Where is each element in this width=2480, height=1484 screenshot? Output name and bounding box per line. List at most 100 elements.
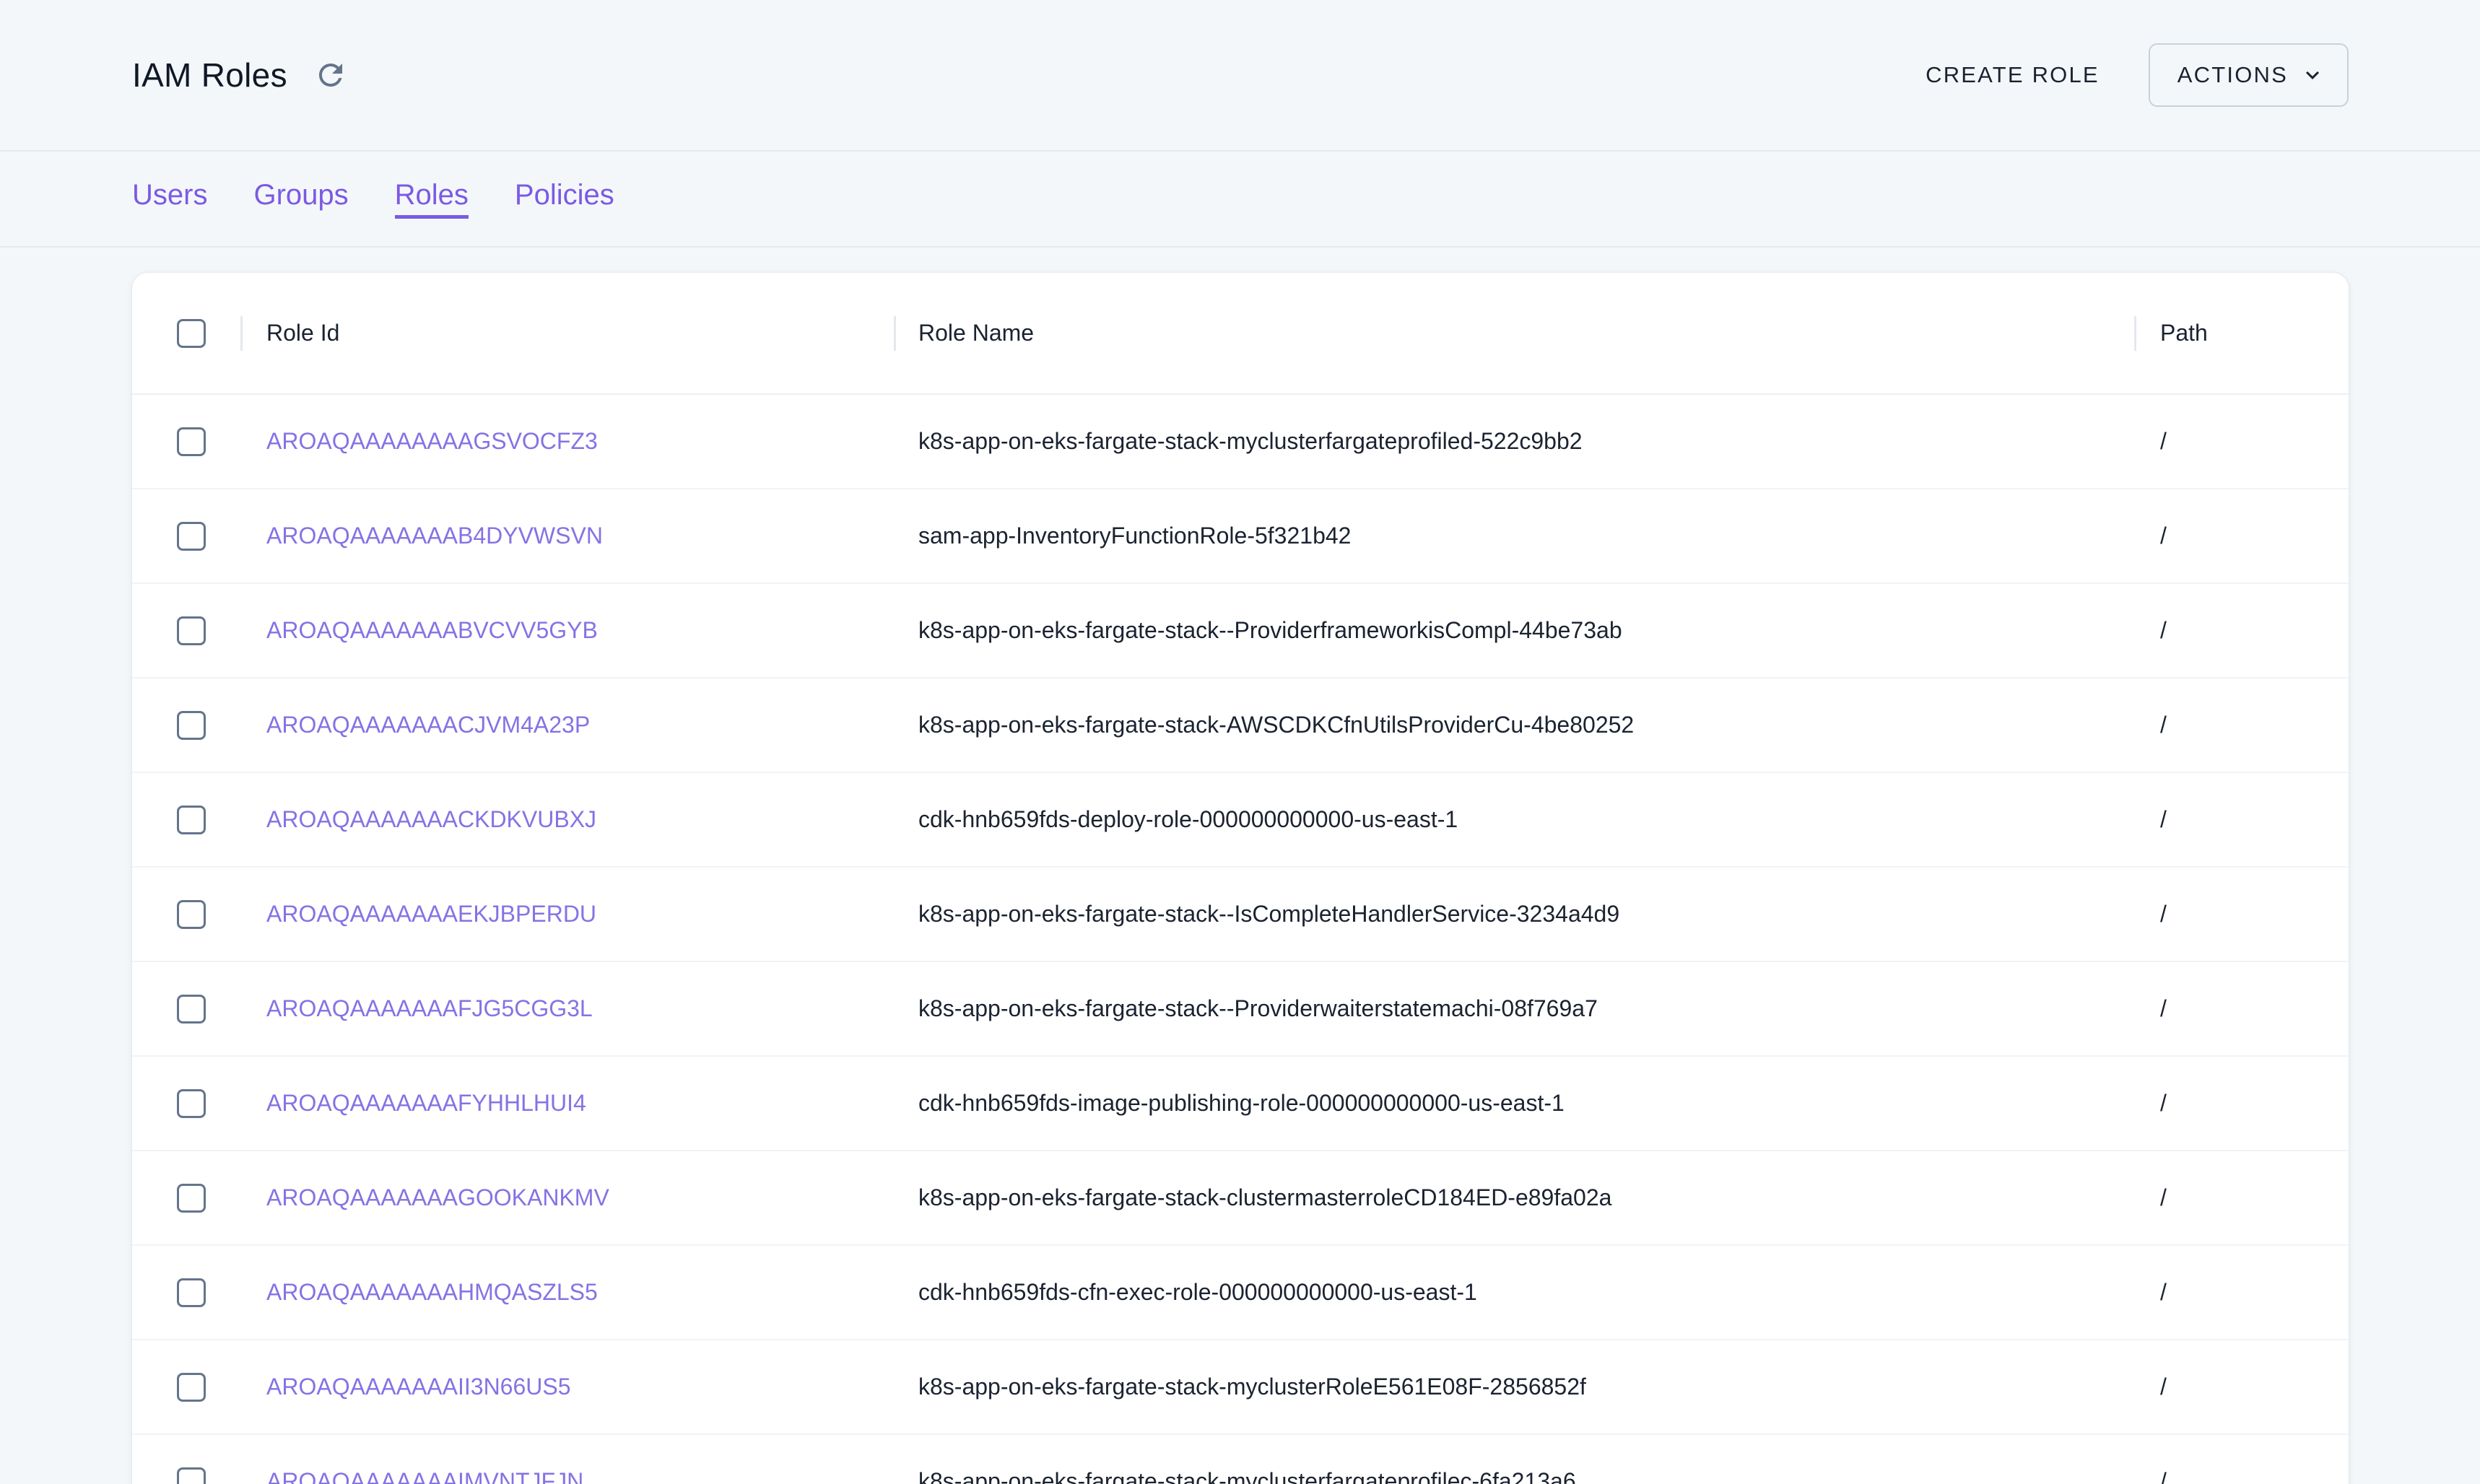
title-row: IAM Roles (132, 53, 352, 97)
role-id-cell: AROAQAAAAAAAFJG5CGG3L (240, 995, 894, 1022)
table-header-row: Role Id Role Name Path (132, 273, 2349, 395)
role-path-cell: / (2134, 712, 2349, 738)
role-id-cell: AROAQAAAAAAAB4DYVWSVN (240, 523, 894, 549)
role-id-cell: AROAQAAAAAAACKDKVUBXJ (240, 806, 894, 833)
table-body: AROAQAAAAAAAAGSVOCFZ3 k8s-app-on-eks-far… (132, 395, 2349, 1484)
role-path-cell: / (2134, 901, 2349, 928)
role-id-cell: AROAQAAAAAAAIMVNTJFJN (240, 1468, 894, 1484)
role-id-link[interactable]: AROAQAAAAAAAFJG5CGG3L (266, 995, 593, 1021)
row-checkbox[interactable] (177, 1467, 206, 1484)
refresh-icon (313, 58, 348, 92)
row-checkbox-cell (132, 427, 240, 456)
role-id-cell: AROAQAAAAAAACJVM4A23P (240, 712, 894, 738)
row-checkbox[interactable] (177, 1184, 206, 1213)
table-row: AROAQAAAAAAAIMVNTJFJN k8s-app-on-eks-far… (132, 1435, 2349, 1484)
column-header-role-name: Role Name (894, 273, 2134, 393)
role-id-link[interactable]: AROAQAAAAAAAFYHHLHUI4 (266, 1090, 586, 1116)
row-checkbox[interactable] (177, 806, 206, 834)
role-id-link[interactable]: AROAQAAAAAAACKDKVUBXJ (266, 806, 596, 832)
role-id-cell: AROAQAAAAAAAFYHHLHUI4 (240, 1090, 894, 1117)
column-header-path: Path (2134, 273, 2349, 393)
actions-button[interactable]: ACTIONS (2149, 43, 2349, 107)
table-row: AROAQAAAAAAAEKJBPERDU k8s-app-on-eks-far… (132, 868, 2349, 962)
header-actions: CREATE ROLE ACTIONS (1926, 43, 2349, 107)
role-path-cell: / (2134, 523, 2349, 549)
create-role-button[interactable]: CREATE ROLE (1926, 62, 2100, 88)
role-id-link[interactable]: AROAQAAAAAAACJVM4A23P (266, 712, 590, 738)
role-path-cell: / (2134, 1468, 2349, 1484)
tab-groups[interactable]: Groups (253, 179, 348, 219)
role-id-link[interactable]: AROAQAAAAAAAEKJBPERDU (266, 901, 596, 927)
table-row: AROAQAAAAAAABVCVV5GYB k8s-app-on-eks-far… (132, 584, 2349, 678)
table-row: AROAQAAAAAAACKDKVUBXJ cdk-hnb659fds-depl… (132, 773, 2349, 868)
role-name-cell: k8s-app-on-eks-fargate-stack-myclusterfa… (894, 428, 2134, 455)
role-name-cell: k8s-app-on-eks-fargate-stack--Providerwa… (894, 995, 2134, 1022)
role-id-cell: AROAQAAAAAAAGOOKANKMV (240, 1184, 894, 1211)
role-path-cell: / (2134, 1184, 2349, 1211)
role-id-link[interactable]: AROAQAAAAAAAB4DYVWSVN (266, 523, 603, 549)
row-checkbox-cell (132, 616, 240, 645)
row-checkbox[interactable] (177, 900, 206, 929)
role-name-cell: cdk-hnb659fds-image-publishing-role-0000… (894, 1090, 2134, 1117)
role-name-cell: k8s-app-on-eks-fargate-stack-myclusterRo… (894, 1374, 2134, 1400)
role-id-cell: AROAQAAAAAAAHMQASZLS5 (240, 1279, 894, 1306)
page-header: IAM Roles CREATE ROLE ACTIONS (0, 0, 2480, 152)
table-row: AROAQAAAAAAAFYHHLHUI4 cdk-hnb659fds-imag… (132, 1057, 2349, 1151)
tab-bar: Users Groups Roles Policies (0, 152, 2480, 248)
table-row: AROAQAAAAAAAB4DYVWSVN sam-app-InventoryF… (132, 489, 2349, 584)
select-all-checkbox[interactable] (177, 319, 206, 348)
role-id-link[interactable]: AROAQAAAAAAABVCVV5GYB (266, 617, 598, 643)
row-checkbox-cell (132, 522, 240, 551)
role-path-cell: / (2134, 995, 2349, 1022)
actions-button-label: ACTIONS (2177, 62, 2288, 88)
select-all-cell (132, 273, 240, 393)
row-checkbox[interactable] (177, 1278, 206, 1307)
row-checkbox-cell (132, 1278, 240, 1307)
role-id-link[interactable]: AROAQAAAAAAAII3N66US5 (266, 1374, 571, 1400)
row-checkbox[interactable] (177, 1373, 206, 1402)
row-checkbox[interactable] (177, 995, 206, 1023)
tab-users[interactable]: Users (132, 179, 207, 219)
role-id-cell: AROAQAAAAAAAAGSVOCFZ3 (240, 428, 894, 455)
row-checkbox-cell (132, 711, 240, 740)
role-name-cell: k8s-app-on-eks-fargate-stack--Providerfr… (894, 617, 2134, 644)
roles-table-card: Role Id Role Name Path AROAQAAAAAAAAGSVO… (132, 273, 2349, 1484)
chevron-down-icon (2300, 62, 2325, 88)
role-path-cell: / (2134, 428, 2349, 455)
role-name-cell: k8s-app-on-eks-fargate-stack-myclusterfa… (894, 1468, 2134, 1484)
role-name-cell: cdk-hnb659fds-deploy-role-000000000000-u… (894, 806, 2134, 833)
row-checkbox[interactable] (177, 427, 206, 456)
table-row: AROAQAAAAAAACJVM4A23P k8s-app-on-eks-far… (132, 678, 2349, 773)
role-path-cell: / (2134, 1090, 2349, 1117)
role-name-cell: k8s-app-on-eks-fargate-stack--IsComplete… (894, 901, 2134, 928)
tab-roles[interactable]: Roles (395, 179, 469, 219)
table-row: AROAQAAAAAAAFJG5CGG3L k8s-app-on-eks-far… (132, 962, 2349, 1057)
row-checkbox-cell (132, 1467, 240, 1484)
role-path-cell: / (2134, 806, 2349, 833)
role-path-cell: / (2134, 1374, 2349, 1400)
row-checkbox[interactable] (177, 616, 206, 645)
role-id-link[interactable]: AROAQAAAAAAAAGSVOCFZ3 (266, 428, 598, 454)
row-checkbox-cell (132, 995, 240, 1023)
tab-policies[interactable]: Policies (515, 179, 614, 219)
role-id-cell: AROAQAAAAAAAEKJBPERDU (240, 901, 894, 928)
row-checkbox-cell (132, 1373, 240, 1402)
role-name-cell: cdk-hnb659fds-cfn-exec-role-000000000000… (894, 1279, 2134, 1306)
role-id-link[interactable]: AROAQAAAAAAAIMVNTJFJN (266, 1468, 583, 1484)
row-checkbox-cell (132, 900, 240, 929)
row-checkbox-cell (132, 1089, 240, 1118)
role-name-cell: sam-app-InventoryFunctionRole-5f321b42 (894, 523, 2134, 549)
refresh-button[interactable] (309, 53, 352, 97)
content-area: Role Id Role Name Path AROAQAAAAAAAAGSVO… (0, 273, 2480, 1484)
column-header-role-id: Role Id (240, 273, 894, 393)
role-id-cell: AROAQAAAAAAABVCVV5GYB (240, 617, 894, 644)
table-row: AROAQAAAAAAAII3N66US5 k8s-app-on-eks-far… (132, 1340, 2349, 1435)
row-checkbox-cell (132, 806, 240, 834)
role-id-link[interactable]: AROAQAAAAAAAGOOKANKMV (266, 1184, 609, 1210)
role-id-link[interactable]: AROAQAAAAAAAHMQASZLS5 (266, 1279, 598, 1305)
row-checkbox[interactable] (177, 1089, 206, 1118)
table-row: AROAQAAAAAAAGOOKANKMV k8s-app-on-eks-far… (132, 1151, 2349, 1246)
role-name-cell: k8s-app-on-eks-fargate-stack-clustermast… (894, 1184, 2134, 1211)
row-checkbox[interactable] (177, 711, 206, 740)
row-checkbox[interactable] (177, 522, 206, 551)
